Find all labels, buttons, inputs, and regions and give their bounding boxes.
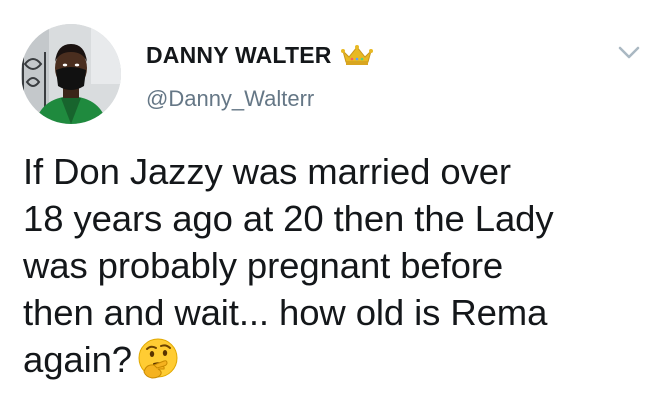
tweet-line-last: again? <box>23 336 643 383</box>
author-name-row: DANNY WALTER <box>146 40 374 70</box>
chevron-down-icon[interactable] <box>614 40 644 64</box>
avatar[interactable] <box>21 24 121 124</box>
tweet-line: then and wait... how old is Rema <box>23 292 548 333</box>
crown-icon <box>340 43 374 67</box>
display-name[interactable]: DANNY WALTER <box>146 42 332 69</box>
tweet-line: was probably pregnant before <box>23 245 504 286</box>
thinking-face-emoji-icon <box>136 336 180 380</box>
profile-photo-icon <box>21 24 121 124</box>
tweet-card: DANNY WALTER @Danny_Walterr If Don Jazzy… <box>0 0 661 417</box>
tweet-text: If Don Jazzy was married over 18 years a… <box>23 148 643 383</box>
author-handle[interactable]: @Danny_Walterr <box>146 86 314 112</box>
tweet-line: If Don Jazzy was married over <box>23 151 511 192</box>
tweet-line-text: again? <box>23 339 133 380</box>
tweet-line: 18 years ago at 20 then the Lady <box>23 198 554 239</box>
